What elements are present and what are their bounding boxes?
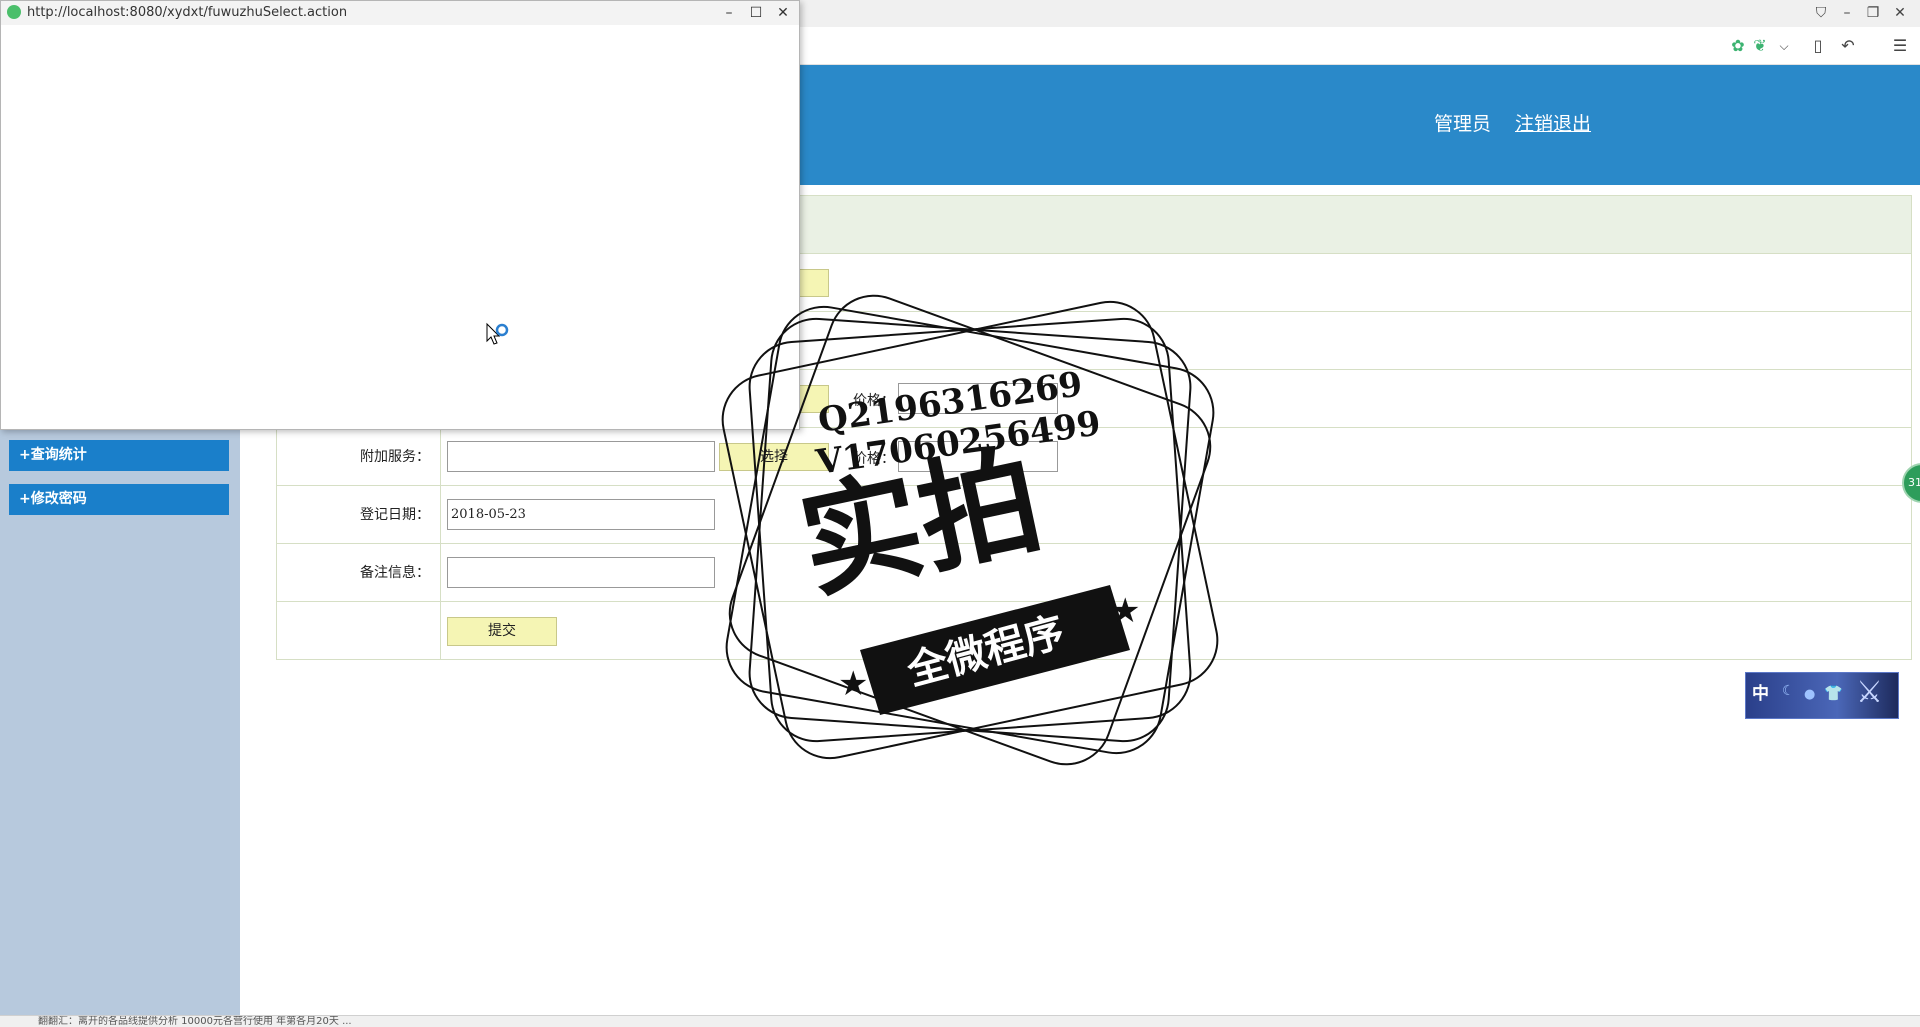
- bookmark-icon[interactable]: ▯: [1808, 36, 1828, 56]
- label-cell: [277, 602, 441, 659]
- ime-widget[interactable]: 中 ☾ ● 👕 ⚔: [1745, 672, 1899, 719]
- star-icon: ★: [838, 664, 868, 704]
- popup-minimize-icon[interactable]: –: [720, 4, 738, 22]
- popup-close-icon[interactable]: ✕: [774, 4, 792, 22]
- moon-icon: ☾: [1782, 683, 1795, 699]
- price-input[interactable]: [898, 383, 1058, 414]
- menu-icon[interactable]: ☰: [1890, 36, 1910, 56]
- skin-icon[interactable]: ⛉: [1812, 5, 1830, 21]
- submit-button[interactable]: 提交: [447, 617, 557, 646]
- ime-mode-label: 中: [1752, 684, 1769, 704]
- label-cell: 登记日期：: [277, 486, 441, 543]
- popup-maximize-icon[interactable]: ☐: [747, 4, 765, 22]
- remarks-label: 备注信息：: [360, 565, 430, 581]
- restore-icon[interactable]: ❐: [1864, 5, 1882, 21]
- popup-window[interactable]: http://localhost:8080/xydxt/fuwuzhuSelec…: [0, 0, 800, 430]
- loading-cursor-icon: [486, 322, 509, 345]
- price-label: 价格：: [853, 451, 895, 467]
- status-bar: 翻翻汇：离开的各品线提供分析 10000元各营行使用 年第各月20天 ...: [0, 1015, 1920, 1027]
- minimize-icon[interactable]: –: [1838, 5, 1856, 21]
- current-user-label: 管理员: [1434, 113, 1492, 135]
- form-row-submit: 提交: [276, 602, 1912, 660]
- extension-icon[interactable]: ✿: [1728, 36, 1748, 56]
- logout-link[interactable]: 注销退出: [1515, 109, 1591, 136]
- chevron-down-icon[interactable]: ⌵: [1774, 36, 1794, 56]
- register-date-label: 登记日期：: [360, 507, 430, 523]
- character-icon: ⚔: [1856, 675, 1883, 710]
- remarks-input[interactable]: [447, 557, 715, 588]
- form-row-remarks: 备注信息：: [276, 544, 1912, 602]
- price-label: 价格：: [853, 393, 895, 409]
- label-cell: 附加服务：: [277, 428, 441, 485]
- leaf-icon[interactable]: ❦: [1750, 36, 1770, 56]
- additional-service-label: 附加服务：: [360, 449, 430, 465]
- sidebar-item-change-password[interactable]: +修改密码: [9, 484, 229, 515]
- form-row-additional-service: 附加服务： 选择 价格：: [276, 428, 1912, 486]
- close-icon[interactable]: ✕: [1891, 5, 1909, 21]
- sidebar-item-query-statistics[interactable]: +查询统计: [9, 440, 229, 471]
- browser-logo-icon: [7, 5, 21, 19]
- additional-service-input[interactable]: [447, 441, 715, 472]
- shirt-icon: 👕: [1824, 684, 1843, 702]
- popup-title-bar[interactable]: http://localhost:8080/xydxt/fuwuzhuSelec…: [1, 1, 799, 25]
- select-service-button[interactable]: 选择: [719, 443, 829, 471]
- register-date-input[interactable]: 2018-05-23: [447, 499, 715, 530]
- label-cell: 备注信息：: [277, 544, 441, 601]
- popup-url: http://localhost:8080/xydxt/fuwuzhuSelec…: [27, 5, 348, 20]
- service-price-input[interactable]: [898, 441, 1058, 472]
- dot-icon: ●: [1804, 687, 1816, 702]
- form-row-register-date: 登记日期： 2018-05-23: [276, 486, 1912, 544]
- undo-icon[interactable]: ↶: [1838, 36, 1858, 56]
- status-text: 翻翻汇：离开的各品线提供分析 10000元各营行使用 年第各月20天 ...: [38, 1016, 352, 1027]
